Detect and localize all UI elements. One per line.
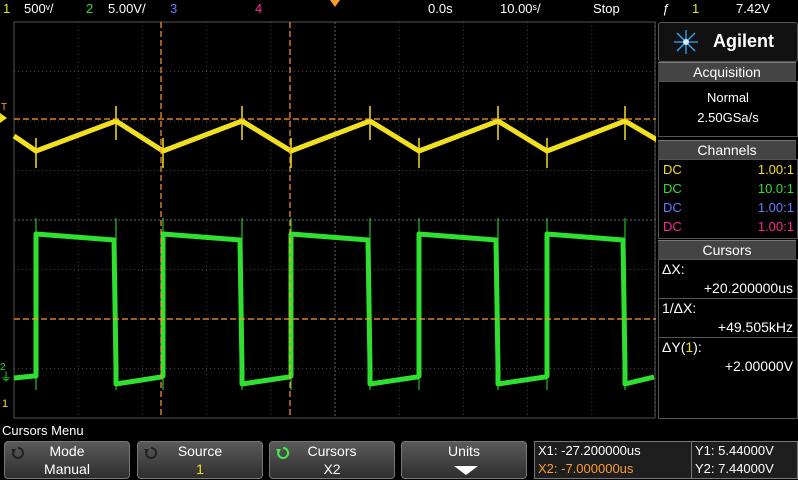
acquisition-box[interactable]: Normal 2.50GSa/s <box>658 81 798 137</box>
delta-y-value: +2.00000V <box>724 358 793 374</box>
trigger-edge-icon: ƒ <box>662 1 670 16</box>
cursors-softkey[interactable]: Cursors X2 <box>269 441 395 479</box>
cursors-box[interactable]: ΔX: +20.200000us 1/ΔX: +49.505kHz ΔY(1):… <box>658 259 798 419</box>
time-scale[interactable]: 10.00ˢ/ <box>500 0 541 18</box>
status-bar: 1 500ᵛ/ 2 5.00V/ 3 4 0.0s 10.00ˢ/ Stop ƒ… <box>0 0 798 18</box>
inverse-delta-x-label: 1/ΔX: <box>662 300 697 316</box>
info-panel: Agilent Acquisition Normal 2.50GSa/s Cha… <box>658 22 798 420</box>
ch1-marker[interactable]: 1 <box>2 398 8 410</box>
ground-icon: ⏚ <box>0 370 13 384</box>
trigger-level[interactable]: 7.42V <box>736 0 770 18</box>
channel-coupling: DC <box>663 181 682 196</box>
delta-x-label: ΔX: <box>662 261 685 277</box>
ch1-number[interactable]: 1 <box>3 0 10 18</box>
softkey-label: Cursors <box>307 443 357 459</box>
channel-coupling: DC <box>663 162 682 177</box>
menu-title: Cursors Menu <box>0 422 798 440</box>
acquisition-header: Acquisition <box>658 62 796 81</box>
brand-logo: Agilent <box>658 22 798 62</box>
ch1-ground-arrow[interactable] <box>0 113 7 123</box>
channel-row[interactable]: DC 1.00:1 <box>659 217 797 236</box>
channel-row[interactable]: DC 1.00:1 <box>659 198 797 217</box>
cursors-header: Cursors <box>658 240 796 259</box>
ch2-number[interactable]: 2 <box>86 0 93 18</box>
y2-readout: Y2: 7.44000V <box>695 461 774 476</box>
softkey-value: Manual <box>44 461 90 477</box>
x1-readout: X1: -27.200000us <box>538 443 641 458</box>
channel-row[interactable]: DC 1.00:1 <box>659 160 797 179</box>
trigger-position-marker <box>330 0 340 7</box>
waveform-display[interactable]: T 2 ⏚ 1 <box>0 18 678 422</box>
softkey-label: Mode <box>49 443 85 459</box>
cursor-readout: X1: -27.200000us X2: -7.000000us Y1: 5.4… <box>534 441 798 479</box>
channels-header: Channels <box>658 140 796 159</box>
softkey-label: Source <box>177 443 223 459</box>
channel-coupling: DC <box>663 219 682 234</box>
softkey-value: X2 <box>323 461 341 477</box>
ch3-number[interactable]: 3 <box>170 0 177 18</box>
units-softkey[interactable]: Units <box>401 441 527 479</box>
delta-y-source: 1 <box>685 339 694 355</box>
channel-probe-ratio: 10.0:1 <box>757 181 794 196</box>
y1-readout: Y1: 5.44000V <box>695 443 774 458</box>
channel-2-trace <box>13 231 655 387</box>
ch4-number[interactable]: 4 <box>255 0 262 18</box>
trigger-level-marker: T <box>1 102 8 113</box>
delta-y-label: ΔY(1): <box>662 339 702 355</box>
mode-softkey[interactable]: Mode Manual <box>4 441 130 479</box>
readout-divider <box>691 442 692 478</box>
ch2-scale[interactable]: 5.00V/ <box>108 0 146 18</box>
brand-name: Agilent <box>713 31 774 51</box>
source-softkey[interactable]: Source 1 <box>137 441 263 479</box>
trigger-source[interactable]: 1 <box>692 0 699 18</box>
channel-probe-ratio: 1.00:1 <box>757 162 794 177</box>
softkey-value: 1 <box>196 461 204 477</box>
delta-x-value: +20.200000us <box>703 280 793 296</box>
sample-rate: 2.50GSa/s <box>697 110 759 125</box>
channel-coupling: DC <box>663 200 682 215</box>
channel-probe-ratio: 1.00:1 <box>757 200 794 215</box>
channel-probe-ratio: 1.00:1 <box>757 219 794 234</box>
acquisition-mode: Normal <box>707 90 749 105</box>
x2-readout: X2: -7.000000us <box>538 461 634 476</box>
agilent-spark-icon <box>674 30 698 54</box>
channels-box[interactable]: DC 1.00:1 DC 10.0:1 DC 1.00:1 DC 1.00:1 <box>658 159 798 239</box>
time-position[interactable]: 0.0s <box>428 0 453 18</box>
waveform-graticule <box>12 21 678 419</box>
frequency-value: +49.505kHz <box>717 319 793 335</box>
softkey-label: Units <box>448 443 480 459</box>
run-state[interactable]: Stop <box>593 0 620 18</box>
ch1-scale[interactable]: 500ᵛ/ <box>24 0 53 18</box>
channel-row[interactable]: DC 10.0:1 <box>659 179 797 198</box>
submenu-down-arrow-icon <box>454 466 478 475</box>
